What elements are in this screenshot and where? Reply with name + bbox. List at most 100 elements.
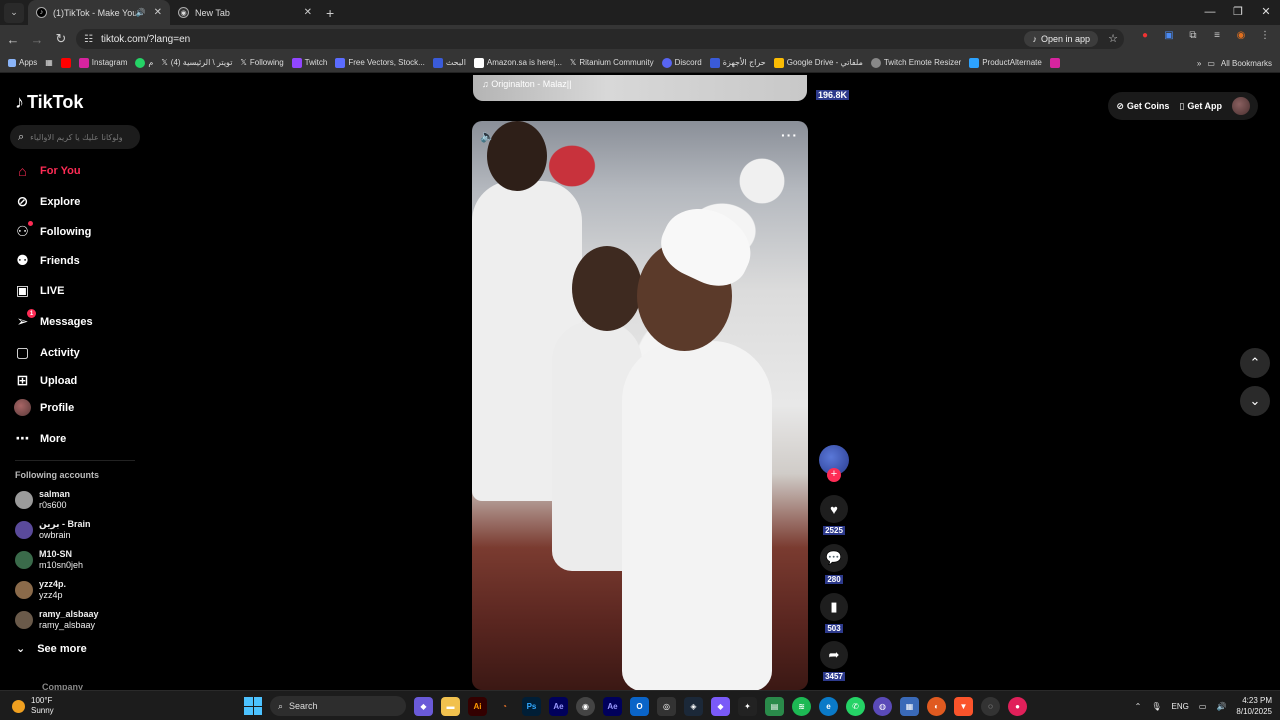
bookmark-following[interactable]: 𝕏 Following [240,58,283,67]
address-bar[interactable]: ☷ tiktok.com/?lang=en ♪ Open in app ☆ [76,29,1124,49]
nav-explore[interactable]: ⊘ Explore [14,193,81,210]
brave-icon[interactable]: ▼ [954,696,973,716]
following-account[interactable]: ramy_alsbaay ramy_alsbaay [15,609,99,631]
chrome-icon[interactable]: ◉ [576,696,595,716]
edge-icon[interactable]: e [819,696,838,716]
windows-start-icon[interactable] [244,697,262,715]
tab-close-icon[interactable]: ✕ [304,7,312,18]
app-icon[interactable]: ◎ [657,696,676,716]
bookmark-grid[interactable]: ▦ [45,58,53,67]
nav-upload[interactable]: ⊞ Upload [14,372,78,389]
see-more-button[interactable]: ⌄ See more [16,642,87,656]
photoshop-icon[interactable]: Ps [522,696,541,716]
volume-icon[interactable]: 🔈 [480,129,495,143]
blender-icon[interactable]: ◔ [495,697,514,716]
bookmark-instagram-2[interactable] [1049,57,1060,68]
bookmark-emote-resizer[interactable]: Twitch Emote Resizer [870,57,961,68]
bookmark-amazon[interactable]: Amazon.sa is here|... [473,57,562,68]
nav-messages[interactable]: ➢ 1 Messages [14,309,93,330]
microphone-icon[interactable]: 🎙 [1151,702,1161,711]
following-account[interactable]: برين - Brain owbrain [15,519,90,541]
nav-activity[interactable]: ▢ Activity [14,344,80,361]
whatsapp-icon[interactable]: ✆ [846,696,865,716]
outlook-icon[interactable]: O [630,696,649,716]
app-icon[interactable]: ◐ [927,696,946,716]
bookmark-google-drive[interactable]: Google Drive - ملفاتي [773,57,863,68]
language-indicator[interactable]: ENG [1172,702,1189,711]
app-icon[interactable]: ● [1008,696,1027,716]
bookmark-ritanium[interactable]: 𝕏 Ritanium Community [570,58,654,67]
company-link[interactable]: Company [42,682,83,690]
extensions-puzzle-icon[interactable]: ⧉ [1186,29,1200,43]
chevron-up-icon[interactable]: ⌃ [1135,702,1142,711]
extension-icon[interactable]: ▣ [1162,29,1176,43]
app-icon[interactable]: ▦ [900,696,919,716]
minimize-icon[interactable]: — [1196,0,1224,25]
reload-icon[interactable]: ↻ [50,31,72,47]
heart-icon[interactable]: ♥ [820,495,848,523]
taskbar-search[interactable]: ⌕ Search [270,696,406,716]
forward-icon[interactable]: → [26,32,48,47]
weather-widget[interactable]: 100°F Sunny [12,696,54,716]
comment-action[interactable]: 💬 280 [818,544,850,584]
app-icon[interactable]: ◆ [711,696,730,716]
after-effects-icon[interactable]: Ae [603,696,622,716]
illustrator-icon[interactable]: Ai [468,696,487,716]
share-action[interactable]: ➦ 3457 [818,641,850,681]
nav-following[interactable]: ⚇ Following [14,221,91,240]
get-coins-button[interactable]: ⊘ Get Coins [1116,101,1169,112]
bookmark-product-alternate[interactable]: ProductAlternate [969,57,1042,68]
tab-tiktok[interactable]: ♪ (1)TikTok - Make Your Day 🔊 ✕ [28,0,170,25]
speaker-icon[interactable]: 🔊 [1216,702,1226,711]
maximize-icon[interactable]: ❐ [1224,0,1252,25]
spotify-icon[interactable]: ≋ [792,696,811,716]
app-icon[interactable]: ◍ [873,696,892,716]
tiktok-logo[interactable]: ♪ TikTok [15,92,83,113]
previous-video[interactable]: ♫ Originalton - Malaz|| [473,75,807,101]
new-tab-button[interactable]: + [326,5,334,21]
steam-icon[interactable]: ◈ [684,696,703,716]
following-account[interactable]: salman r0s600 [15,489,70,511]
tab-search-button[interactable]: ⌄ [4,2,24,23]
scroll-down-button[interactable]: ⌄ [1240,386,1270,416]
app-icon[interactable]: ◌ [981,696,1000,716]
site-info-icon[interactable]: ☷ [84,34,93,45]
back-icon[interactable]: ← [2,32,24,47]
open-in-app-button[interactable]: ♪ Open in app [1024,31,1098,47]
menu-kebab-icon[interactable]: ⋮ [1258,29,1272,43]
bookmark-youtube[interactable] [60,57,71,68]
app-icon[interactable]: ▤ [765,696,784,716]
like-action[interactable]: ♥ 2525 [818,495,850,535]
bookmark-haraj-devices[interactable]: حراج الأجهزة [709,57,766,68]
nav-more[interactable]: ⋯ More [14,430,67,447]
get-app-button[interactable]: ▯ Get App [1179,101,1222,112]
following-account[interactable]: M10-SN m10sn0jeh [15,549,83,571]
copilot-icon[interactable]: ◆ [414,696,433,716]
profile-avatar-icon[interactable]: ◉ [1234,29,1248,43]
file-explorer-icon[interactable]: ▬ [441,696,460,716]
tab-sound-icon[interactable]: 🔊 [136,8,146,17]
nav-friends[interactable]: ⚉ Friends [14,252,80,269]
all-bookmarks-button[interactable]: All Bookmarks [1221,59,1272,68]
user-avatar[interactable] [1232,97,1250,115]
tab-new-tab[interactable]: ◉ New Tab ✕ [170,0,320,25]
tab-close-icon[interactable]: ✕ [154,7,162,18]
nav-profile[interactable]: Profile [14,399,74,416]
chevron-right-icon[interactable]: » [1197,59,1201,68]
sound-label[interactable]: ♫ Originalton - Malaz|| [482,79,571,89]
bookmark-twitch[interactable]: Twitch [291,57,327,68]
bookmark-icon[interactable]: ▮ [820,593,848,621]
bookmark-instagram[interactable]: Instagram [78,57,127,68]
follow-plus-icon[interactable]: + [827,468,841,482]
bookmark-free-vectors[interactable]: Free Vectors, Stock... [335,57,425,68]
extension-icon[interactable]: ● [1138,29,1152,43]
bookmark-discord[interactable]: Discord [661,57,702,68]
media-icon[interactable]: ≡ [1210,29,1224,43]
search-input[interactable] [30,132,131,142]
bookmark-whatsapp[interactable]: م [135,57,153,68]
clock[interactable]: 4:23 PM 8/10/2025 [1236,695,1272,717]
nav-live[interactable]: ▣ LIVE [14,282,65,299]
more-options-icon[interactable]: ··· [781,127,798,143]
nav-for-you[interactable]: ⌂ For You [14,162,80,179]
share-icon[interactable]: ➦ [820,641,848,669]
